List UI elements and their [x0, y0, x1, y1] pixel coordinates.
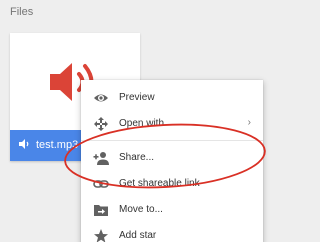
link-icon: [93, 180, 109, 188]
menu-divider: [81, 140, 263, 141]
add-person-icon: [93, 152, 109, 165]
section-title: Files: [10, 6, 34, 18]
menu-item-label: Get shareable link: [119, 178, 200, 189]
menu-item-label: Share...: [119, 152, 155, 163]
menu-item-label: Add star: [119, 230, 157, 241]
menu-item-preview[interactable]: Preview: [81, 84, 263, 112]
star-icon: [94, 229, 108, 242]
folder-move-icon: [94, 205, 108, 216]
menu-item-get-shareable-link[interactable]: Get shareable link: [81, 170, 263, 198]
open-with-icon: [94, 117, 108, 131]
context-menu: Preview Open with › Share... Get shareab…: [81, 80, 263, 242]
audio-file-icon: [19, 139, 29, 149]
menu-item-open-with[interactable]: Open with ›: [81, 110, 263, 138]
menu-item-label: Preview: [119, 92, 155, 103]
menu-item-add-star[interactable]: Add star: [81, 222, 263, 242]
menu-item-label: Open with: [119, 118, 165, 129]
eye-icon: [94, 94, 108, 102]
file-name: test.mp3: [36, 139, 79, 151]
menu-item-share[interactable]: Share...: [81, 144, 263, 172]
submenu-arrow-icon: ›: [247, 117, 251, 128]
menu-item-move-to[interactable]: Move to...: [81, 196, 263, 224]
drive-files-view: Files test.mp3 Preview Open with › Share…: [0, 0, 300, 242]
menu-item-label: Move to...: [119, 204, 163, 215]
